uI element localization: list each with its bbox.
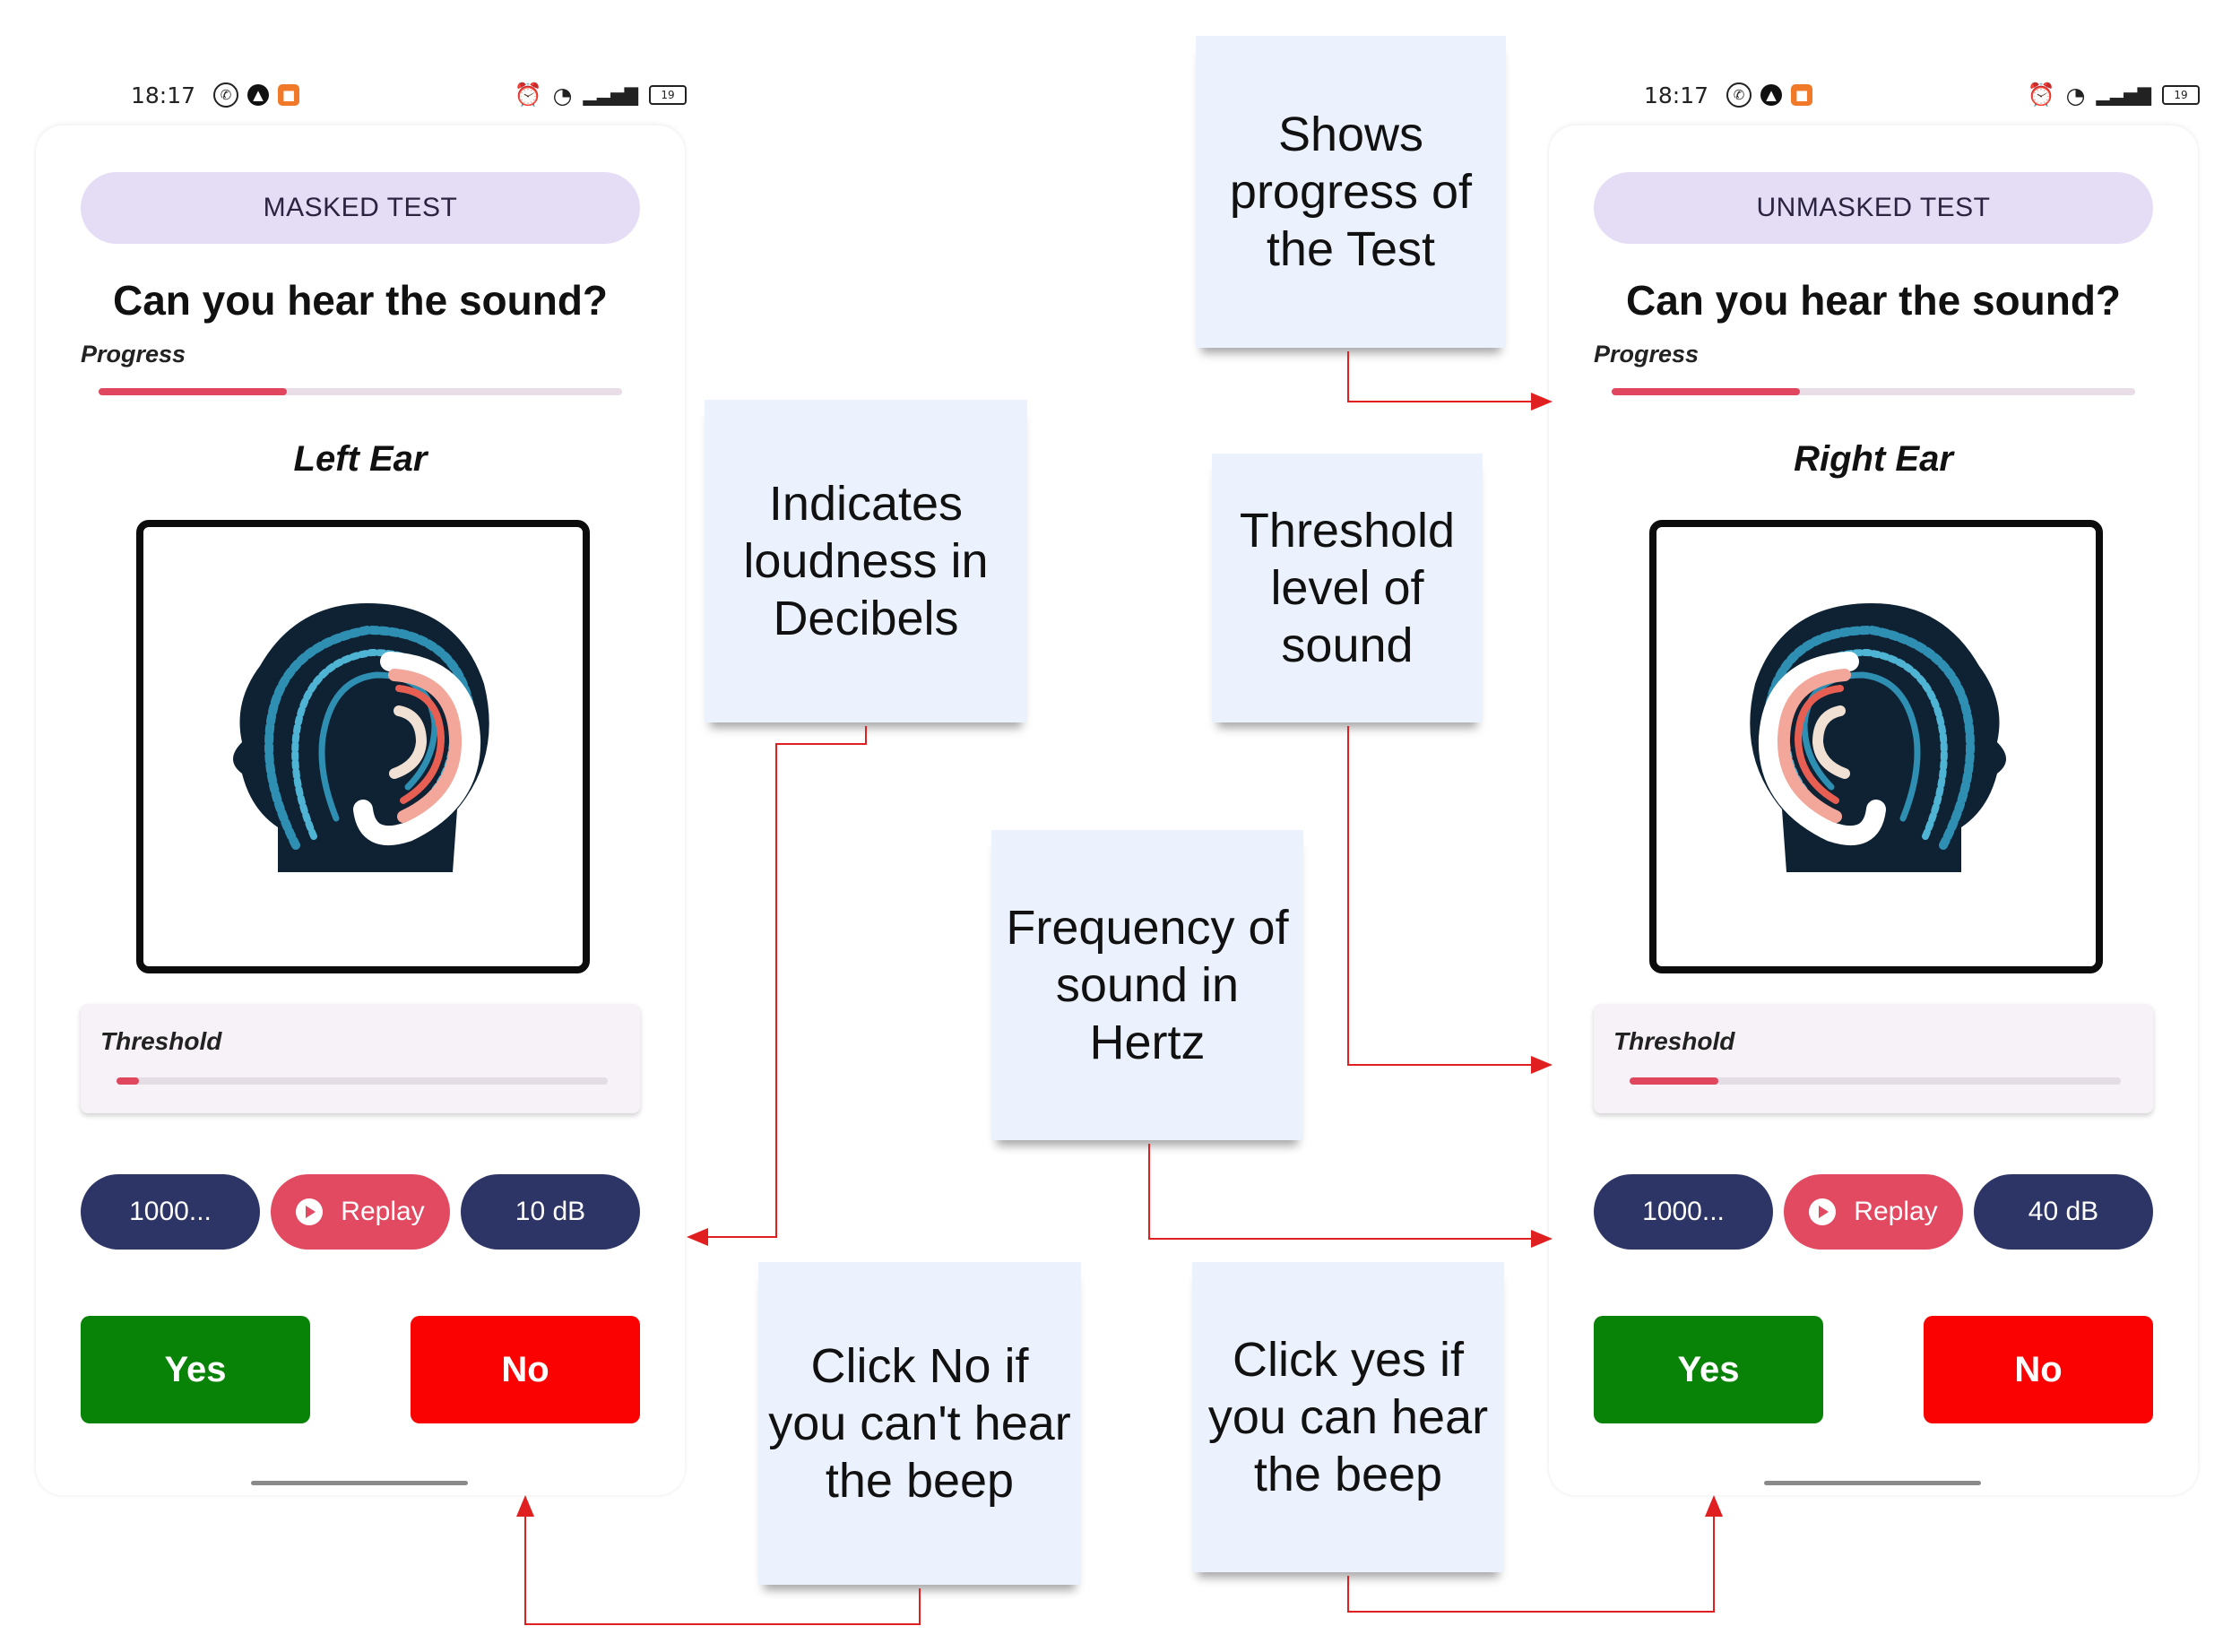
arrow-progress: [1347, 351, 1553, 411]
arrow-click-yes: [1347, 1495, 1723, 1613]
connector-arrows: [516, 351, 1723, 1625]
arrow-frequency: [1148, 1144, 1553, 1248]
arrow-threshold: [1347, 726, 1553, 1074]
arrow-click-no: [516, 1495, 921, 1625]
arrow-decibels: [687, 726, 867, 1246]
